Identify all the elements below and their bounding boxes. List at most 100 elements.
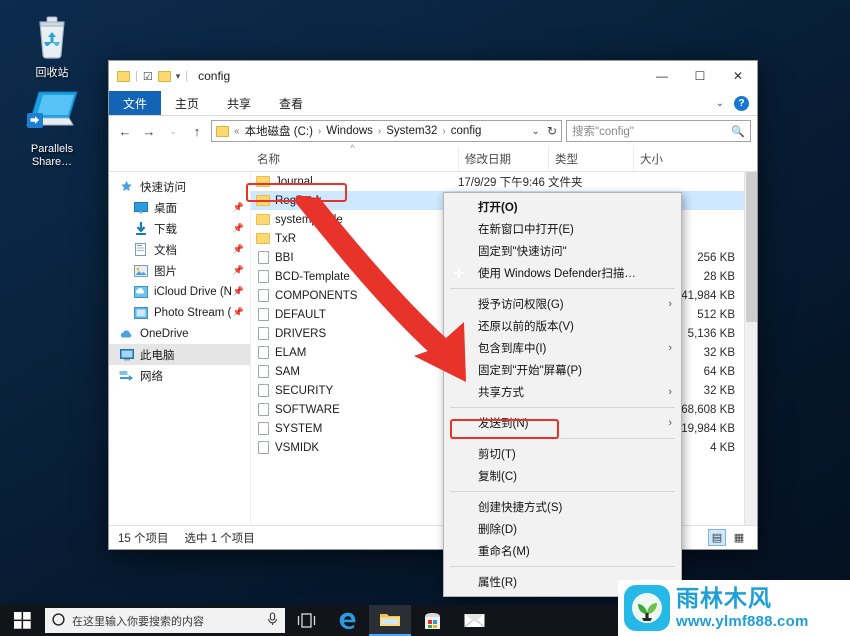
help-icon[interactable]: ? (734, 95, 749, 111)
pin-icon[interactable]: 📌 (233, 307, 244, 318)
context-menu-item-6[interactable]: 包含到库中(I) › (444, 337, 681, 359)
pin-icon[interactable]: 📌 (233, 286, 244, 297)
file-explorer-icon[interactable] (369, 605, 411, 636)
checkbox-icon[interactable]: ☑ (143, 70, 153, 83)
column-header-size[interactable]: 大小 (633, 145, 757, 172)
pictures-icon (133, 264, 148, 278)
file-name: DRIVERS (275, 327, 327, 340)
context-menu-item-11[interactable]: 复制(C) (444, 465, 681, 487)
store-icon[interactable] (411, 605, 453, 636)
file-icon (257, 289, 269, 302)
address-bar[interactable]: « 本地磁盘 (C:) › Windows › System32 › confi… (211, 120, 562, 142)
sidebar-item-3[interactable]: 文档 📌 (109, 239, 250, 260)
pin-icon[interactable]: 📌 (233, 223, 244, 234)
context-menu-item-3[interactable]: 使用 Windows Defender扫描… (444, 262, 681, 284)
refresh-icon[interactable]: ↻ (547, 124, 557, 138)
start-button[interactable] (0, 605, 45, 636)
recent-locations-button[interactable]: ⌄ (163, 126, 183, 137)
chevron-down-icon[interactable]: ⌄ (716, 98, 724, 109)
sidebar-item-6[interactable]: Photo Stream (📌 (109, 302, 250, 323)
context-menu-item-2[interactable]: 固定到"快速访问" (444, 240, 681, 262)
task-view-icon[interactable] (285, 605, 327, 636)
tab-share[interactable]: 共享 (213, 91, 265, 115)
quick-access-toolbar[interactable]: | ☑ ▾ | (117, 70, 188, 83)
row-icon (251, 176, 275, 187)
taskbar-search-input[interactable]: 在这里输入你要搜索的内容 (45, 608, 285, 633)
row-icon (251, 422, 275, 435)
table-row[interactable]: Journal 17/9/29 下午9:46 文件夹 (251, 172, 757, 191)
sidebar-item-7[interactable]: OneDrive (109, 323, 250, 344)
sidebar-item-5[interactable]: iCloud Drive (N 📌 (109, 281, 250, 302)
file-name: SECURITY (275, 384, 334, 397)
column-header-name[interactable]: 名称 ^ (251, 142, 458, 172)
context-menu-item-13[interactable]: 删除(D) (444, 518, 681, 540)
sidebar-item-2[interactable]: 下载 📌 (109, 218, 250, 239)
watermark-text: 雨林木风 www.ylmf888.com (676, 587, 809, 630)
desktop-icon-recycle-bin[interactable]: 回收站 (10, 10, 94, 80)
breadcrumb-system32[interactable]: System32 (386, 125, 437, 137)
sidebar-item-4[interactable]: 图片 📌 (109, 260, 250, 281)
sidebar-item-1[interactable]: 桌面 📌 (109, 197, 250, 218)
large-icons-view-button[interactable]: ▦ (730, 529, 748, 546)
folder-icon[interactable] (117, 70, 130, 82)
details-view-button[interactable]: ▤ (708, 529, 726, 546)
window-controls: — ☐ ✕ (643, 61, 757, 91)
desktop-icon-parallels-share[interactable]: Parallels Share… (10, 86, 94, 169)
tab-file[interactable]: 文件 (109, 91, 162, 115)
vertical-scrollbar[interactable] (744, 172, 757, 525)
file-name: VSMIDK (275, 441, 320, 454)
tab-view[interactable]: 查看 (265, 91, 317, 115)
context-menu-item-12[interactable]: 创建快捷方式(S) (444, 496, 681, 518)
close-button[interactable]: ✕ (719, 61, 757, 91)
up-button[interactable]: ↑ (187, 124, 207, 139)
address-bar-controls: ⌄ ↻ (532, 124, 557, 138)
scrollbar-thumb[interactable] (746, 172, 757, 322)
context-menu-item-10[interactable]: 剪切(T) (444, 443, 681, 465)
context-menu-item-0[interactable]: 打开(O) (444, 196, 681, 218)
column-header-date[interactable]: 修改日期 (458, 145, 548, 172)
context-menu-item-7[interactable]: 固定到"开始"屏幕(P) (444, 359, 681, 381)
minimize-button[interactable]: — (643, 61, 681, 91)
microphone-icon[interactable] (267, 612, 278, 629)
file-name: systemprofile (275, 213, 343, 226)
context-menu-item-9[interactable]: 发送到(N) › (444, 412, 681, 434)
sidebar-item-9[interactable]: 网络 (109, 365, 250, 386)
context-menu-item-label: 复制(C) (478, 471, 517, 483)
divider: | (185, 70, 189, 82)
pin-icon[interactable]: 📌 (233, 265, 244, 276)
context-menu-item-4[interactable]: 授予访问权限(G) › (444, 293, 681, 315)
pin-icon[interactable]: 📌 (233, 244, 244, 255)
context-menu-item-8[interactable]: 共享方式 › (444, 381, 681, 403)
context-menu-item-label: 授予访问权限(G) (478, 299, 564, 311)
context-menu-item-5[interactable]: 还原以前的版本(V) (444, 315, 681, 337)
mail-icon[interactable] (453, 605, 495, 636)
navigation-pane: 快速访问 桌面 📌 下载 📌 文档 📌 图片 📌 iCloud Drive (N 📌 Photo St… (109, 172, 251, 525)
search-input[interactable]: 搜索"config" 🔍 (566, 120, 751, 142)
edge-icon[interactable] (327, 605, 369, 636)
icloud-icon (133, 285, 148, 299)
menu-separator (450, 566, 675, 567)
forward-button[interactable]: → (139, 124, 159, 139)
sidebar-item-label: 快速访问 (140, 181, 186, 194)
breadcrumb-windows[interactable]: Windows (326, 125, 373, 137)
sidebar-item-label: 桌面 (154, 202, 177, 215)
tab-home[interactable]: 主页 (161, 91, 213, 115)
pin-icon[interactable]: 📌 (233, 202, 244, 213)
chevron-down-icon[interactable]: ▾ (176, 71, 181, 82)
sort-ascending-icon: ^ (350, 142, 355, 153)
breadcrumb-config[interactable]: config (451, 125, 482, 137)
row-icon (251, 384, 275, 397)
sidebar-item-8[interactable]: 此电脑 (109, 344, 250, 365)
back-button[interactable]: ← (115, 124, 135, 139)
chevron-down-icon[interactable]: ⌄ (532, 126, 540, 137)
column-header-type[interactable]: 类型 (548, 145, 633, 172)
download-icon (133, 222, 148, 236)
maximize-button[interactable]: ☐ (681, 61, 719, 91)
context-menu-item-14[interactable]: 重命名(M) (444, 540, 681, 562)
context-menu-item-1[interactable]: 在新窗口中打开(E) (444, 218, 681, 240)
file-name: SOFTWARE (275, 403, 340, 416)
breadcrumb-drive[interactable]: 本地磁盘 (C:) (245, 123, 313, 139)
chevron-right-icon: › (668, 342, 672, 354)
sidebar-item-0[interactable]: 快速访问 (109, 176, 250, 197)
new-folder-icon[interactable] (157, 70, 171, 82)
